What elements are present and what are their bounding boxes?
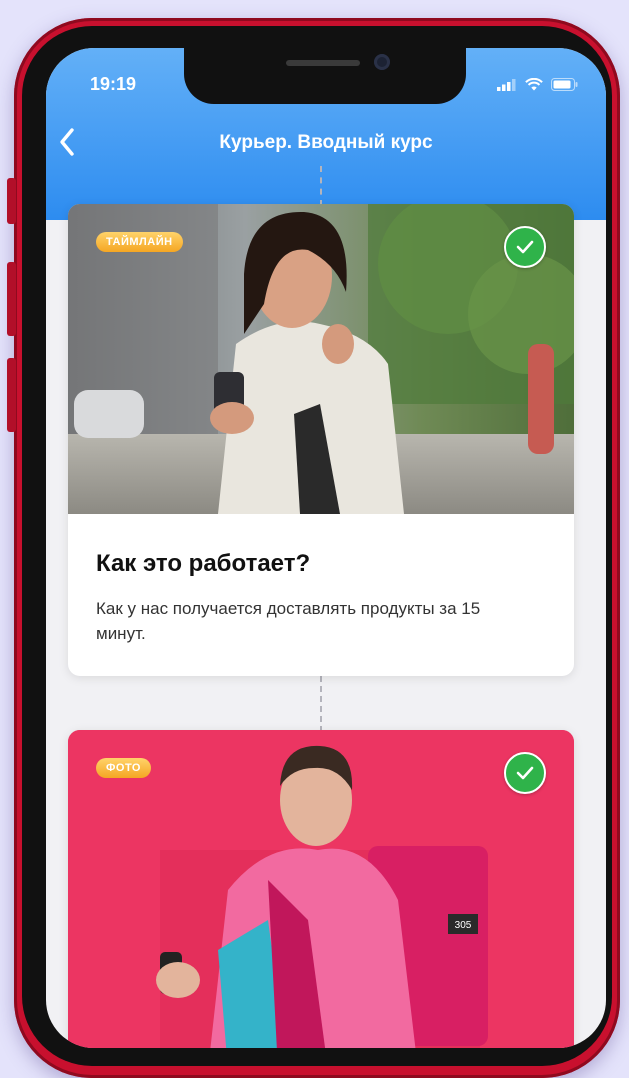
cellular-signal-icon: [497, 78, 516, 91]
front-camera: [374, 54, 390, 70]
notch: [184, 48, 466, 104]
screen: 19:19 Курьер. Вводный курс ТАЙМЛАЙН Как …: [46, 48, 606, 1048]
volume-up-button: [7, 262, 16, 336]
timeline-connector: [320, 676, 322, 732]
volume-down-button: [7, 358, 16, 432]
lesson-type-badge: ФОТО: [96, 758, 151, 778]
card-photo: 305 ФОТО: [68, 730, 574, 1048]
battery-icon: [551, 78, 578, 91]
card-description: Как у нас получается доставлять продукты…: [96, 599, 481, 643]
lesson-type-badge: ТАЙМЛАЙН: [96, 232, 183, 252]
speaker-grille: [286, 60, 360, 66]
card-title: Как это работает?: [96, 550, 311, 577]
status-time: 19:19: [90, 74, 137, 94]
completed-check-badge: [504, 752, 546, 794]
mute-switch: [7, 178, 16, 224]
card-photo: ТАЙМЛАЙН: [68, 204, 574, 514]
completed-check-badge: [504, 226, 546, 268]
nav-title: Курьер. Вводный курс: [219, 132, 433, 153]
photo-courier-man: 305: [68, 730, 574, 1048]
timeline-connector: [320, 166, 322, 206]
backpack-number: 305: [455, 920, 472, 931]
checkmark-icon: [516, 766, 534, 780]
lesson-card[interactable]: 305 ФОТО: [68, 730, 574, 1048]
wifi-icon: [525, 78, 543, 91]
checkmark-icon: [516, 240, 534, 254]
status-icons: [497, 78, 578, 91]
lesson-card[interactable]: ТАЙМЛАЙН Как это работает? Как у нас пол…: [68, 204, 574, 676]
